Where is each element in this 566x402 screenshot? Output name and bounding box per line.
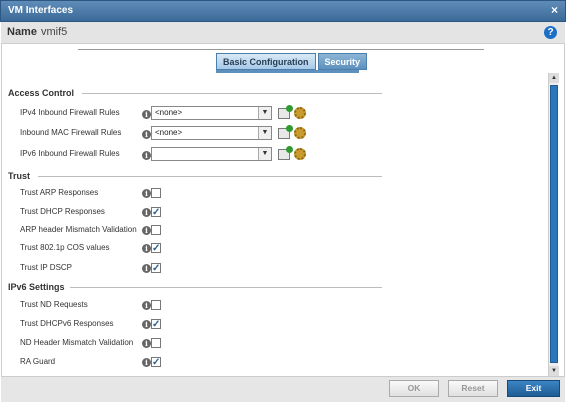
info-icon[interactable]: i (142, 320, 151, 329)
trust-dhcpv6-checkbox[interactable]: ✓ (151, 319, 161, 330)
help-icon[interactable]: ? (544, 26, 557, 39)
chevron-down-icon[interactable]: ▼ (258, 107, 271, 119)
info-icon[interactable]: i (142, 264, 151, 273)
exit-button[interactable]: Exit (507, 380, 560, 397)
ipv6-firewall-select[interactable]: ▼ (151, 147, 272, 161)
add-rule-icon[interactable] (278, 105, 293, 119)
info-icon[interactable]: i (142, 339, 151, 348)
ipv4-firewall-select[interactable]: <none> ▼ (151, 106, 272, 120)
mac-firewall-select[interactable]: <none> ▼ (151, 126, 272, 140)
gear-icon[interactable] (294, 107, 306, 119)
info-icon[interactable]: i (142, 301, 151, 310)
gear-icon[interactable] (294, 148, 306, 160)
info-icon[interactable]: i (142, 189, 151, 198)
add-rule-icon[interactable] (278, 125, 293, 139)
info-icon[interactable]: i (142, 110, 151, 119)
ipv4-firewall-label: IPv4 Inbound Firewall Rules (20, 108, 120, 117)
mac-firewall-label: Inbound MAC Firewall Rules (20, 128, 122, 137)
trust-arp-label: Trust ARP Responses (20, 188, 99, 197)
trust-cos-checkbox[interactable]: ✓ (151, 243, 161, 254)
info-icon[interactable]: i (142, 358, 151, 367)
section-divider (38, 176, 382, 177)
scroll-up-icon[interactable]: ▲ (549, 73, 559, 83)
trust-dscp-label: Trust IP DSCP (20, 263, 73, 272)
ipv6-firewall-label: IPv6 Inbound Firewall Rules (20, 149, 120, 158)
trust-dscp-checkbox[interactable]: ✓ (151, 263, 161, 274)
info-icon[interactable]: i (142, 130, 151, 139)
section-title-ipv6: IPv6 Settings (8, 282, 65, 292)
ok-button[interactable]: OK (389, 380, 439, 397)
vertical-scrollbar[interactable]: ▲ ▼ (548, 73, 559, 376)
info-icon[interactable]: i (142, 151, 151, 160)
chevron-down-icon[interactable]: ▼ (258, 127, 271, 139)
trust-dhcp-label: Trust DHCP Responses (20, 207, 105, 216)
name-bar: Name vmif5 ? (1, 22, 565, 44)
scroll-thumb[interactable] (550, 85, 558, 363)
arp-mismatch-checkbox[interactable] (151, 225, 161, 235)
trust-cos-label: Trust 802.1p COS values (20, 243, 110, 252)
info-icon[interactable]: i (142, 226, 151, 235)
section-title-access-control: Access Control (8, 88, 75, 98)
section-divider (70, 287, 382, 288)
tab-security[interactable]: Security (317, 53, 368, 70)
info-icon[interactable]: i (142, 208, 151, 217)
window-titlebar: VM Interfaces × (0, 0, 566, 22)
tab-basic-configuration[interactable]: Basic Configuration (216, 53, 316, 70)
tab-bar: Basic Configuration Security (216, 53, 369, 70)
trust-nd-checkbox[interactable] (151, 300, 161, 310)
trust-nd-label: Trust ND Requests (20, 300, 88, 309)
ra-guard-checkbox[interactable]: ✓ (151, 357, 161, 368)
nd-mismatch-label: ND Header Mismatch Validation (20, 338, 134, 347)
mac-firewall-value: <none> (155, 128, 183, 137)
info-icon[interactable]: i (142, 244, 151, 253)
tabs-divider (78, 49, 484, 50)
dialog-footer: OK Reset Exit (1, 376, 565, 402)
section-divider (82, 93, 382, 94)
chevron-down-icon[interactable]: ▼ (258, 148, 271, 160)
trust-dhcpv6-label: Trust DHCPv6 Responses (20, 319, 114, 328)
add-rule-icon[interactable] (278, 146, 293, 160)
tab-underline (216, 70, 359, 73)
reset-button[interactable]: Reset (448, 380, 498, 397)
arp-mismatch-label: ARP header Mismatch Validation (20, 225, 137, 234)
close-icon[interactable]: × (551, 3, 558, 17)
gear-icon[interactable] (294, 127, 306, 139)
ipv4-firewall-value: <none> (155, 108, 183, 117)
trust-arp-checkbox[interactable] (151, 188, 161, 198)
nd-mismatch-checkbox[interactable] (151, 338, 161, 348)
name-label: Name (7, 26, 37, 38)
window-title: VM Interfaces (8, 5, 74, 16)
ra-guard-label: RA Guard (20, 357, 56, 366)
scroll-down-icon[interactable]: ▼ (549, 366, 559, 376)
section-title-trust: Trust (8, 171, 31, 181)
name-value: vmif5 (41, 26, 68, 38)
trust-dhcp-checkbox[interactable]: ✓ (151, 207, 161, 218)
